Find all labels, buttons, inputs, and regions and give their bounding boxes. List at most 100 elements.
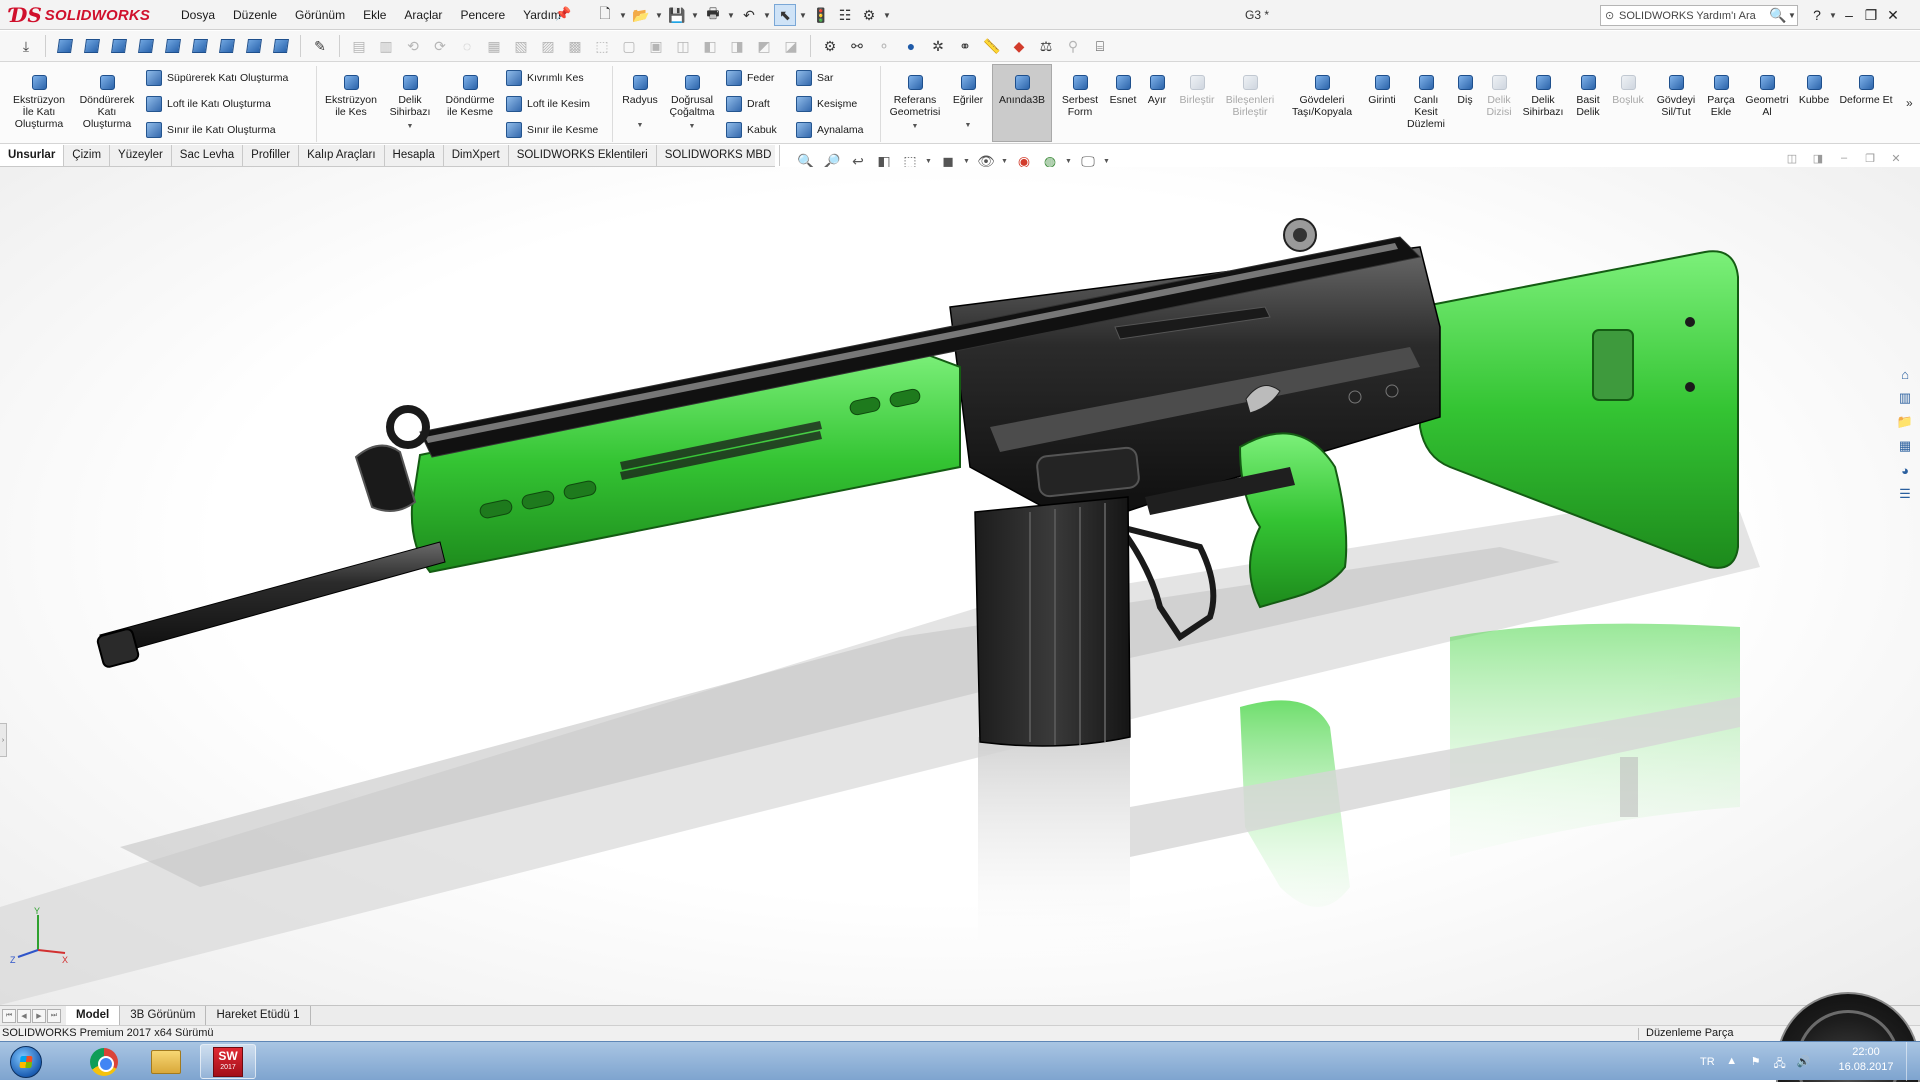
view-bottom-icon[interactable]: [188, 34, 212, 58]
apply-scene-dropdown-icon[interactable]: ▼: [1065, 158, 1073, 165]
hole-wizard-button[interactable]: Delik Sihirbazı ▼: [384, 72, 436, 133]
options-dropdown-icon[interactable]: ▼: [882, 4, 892, 26]
disabled-tool-icon[interactable]: ▣: [644, 34, 668, 58]
color-palette-icon[interactable]: ◆: [1007, 34, 1031, 58]
disabled-tool-icon[interactable]: ▤: [347, 34, 371, 58]
tab-dimxpert[interactable]: DimXpert: [444, 145, 509, 166]
menu-insert[interactable]: Ekle: [354, 0, 395, 30]
save-dropdown-icon[interactable]: ▼: [690, 4, 700, 26]
reference-geometry-dropdown-icon[interactable]: ▼: [912, 121, 919, 133]
doc-close-icon[interactable]: ✕: [1889, 152, 1903, 166]
view-right-icon[interactable]: [134, 34, 158, 58]
revolve-boss-button[interactable]: Döndürerek Katı Oluşturma: [74, 72, 140, 130]
normal-to-icon[interactable]: ⤓: [14, 34, 38, 58]
extrude-boss-button[interactable]: Ekstrüzyon İle Katı Oluşturma: [8, 72, 70, 130]
fillet-button[interactable]: Radyus ▼: [616, 72, 664, 132]
last-tab-icon[interactable]: ⏭: [47, 1008, 61, 1023]
disabled-tool-icon[interactable]: ▦: [482, 34, 506, 58]
prev-tab-icon[interactable]: ◀: [17, 1008, 31, 1023]
view-top-icon[interactable]: [161, 34, 185, 58]
help-question-icon[interactable]: ?: [1806, 7, 1828, 23]
custom-properties-icon[interactable]: ☰: [1894, 483, 1916, 505]
disabled-tool-icon[interactable]: ▩: [563, 34, 587, 58]
print-icon[interactable]: 🖶: [702, 4, 724, 26]
volume-icon[interactable]: 🔊: [1797, 1055, 1811, 1069]
extrude-cut-button[interactable]: Ekstrüzyon ile Kes: [320, 72, 382, 118]
sweep-boss-button[interactable]: Süpürerek Katı Oluşturma: [146, 68, 288, 88]
swept-cut-button[interactable]: Kıvrımlı Kes: [506, 68, 584, 88]
text-frame-icon[interactable]: ⌸: [1088, 34, 1112, 58]
tab-sheet-metal[interactable]: Sac Levha: [172, 145, 244, 166]
undo-icon[interactable]: ↶: [738, 4, 760, 26]
next-tab-icon[interactable]: ▶: [32, 1008, 46, 1023]
start-button[interactable]: [4, 1043, 48, 1080]
linear-pattern-dropdown-icon[interactable]: ▼: [689, 121, 696, 133]
search-dropdown-icon[interactable]: ▼: [1787, 5, 1797, 27]
tab-motion-study[interactable]: Hareket Etüdü 1: [206, 1006, 311, 1025]
disabled-tool-icon[interactable]: ▧: [509, 34, 533, 58]
shell-button[interactable]: Kabuk: [726, 120, 777, 140]
mate-icon[interactable]: ⚯: [845, 34, 869, 58]
appearances-icon[interactable]: ◕: [1894, 459, 1916, 481]
intersect-button[interactable]: Kesişme: [796, 94, 857, 114]
new-document-icon[interactable]: 🗋: [594, 4, 616, 26]
sketch-pencil-icon[interactable]: ✎: [308, 34, 332, 58]
file-explorer-icon[interactable]: 📁: [1894, 411, 1916, 433]
taskbar-solidworks[interactable]: SW 2017: [200, 1044, 256, 1079]
revolve-cut-button[interactable]: Döndürme ile Kesme: [440, 72, 500, 118]
undo-dropdown-icon[interactable]: ▼: [762, 4, 772, 26]
options-gear-icon[interactable]: ⚙: [858, 4, 880, 26]
interference-icon[interactable]: ⚭: [953, 34, 977, 58]
loft-boss-button[interactable]: Loft ile Katı Oluşturma: [146, 94, 271, 114]
combine-button[interactable]: Birleştir: [1174, 72, 1220, 106]
disabled-tool-icon[interactable]: ▨: [536, 34, 560, 58]
disabled-tool-icon[interactable]: ◫: [671, 34, 695, 58]
disabled-tool-icon[interactable]: ⟲: [401, 34, 425, 58]
thread-button[interactable]: Diş: [1450, 72, 1480, 106]
search-icon[interactable]: 🔍: [1769, 7, 1787, 24]
tile-right-icon[interactable]: ◨: [1811, 152, 1825, 166]
print-dropdown-icon[interactable]: ▼: [726, 4, 736, 26]
view-isometric-icon[interactable]: [215, 34, 239, 58]
instant3d-button[interactable]: Anında3B: [994, 72, 1050, 106]
disabled-tool-icon[interactable]: ⚬: [872, 34, 896, 58]
tab-mold-tools[interactable]: Kalıp Araçları: [299, 145, 385, 166]
disabled-tool-icon[interactable]: ▥: [374, 34, 398, 58]
help-search-input[interactable]: SOLIDWORKS Yardım'ı Ara: [1619, 10, 1769, 22]
disabled-tool-icon[interactable]: ⬚: [590, 34, 614, 58]
rebuild-traffic-light-icon[interactable]: 🚦: [810, 4, 832, 26]
select-dropdown-icon[interactable]: ▼: [798, 4, 808, 26]
view-back-icon[interactable]: [80, 34, 104, 58]
boundary-boss-button[interactable]: Sınır ile Katı Oluşturma: [146, 120, 276, 140]
tab-evaluate[interactable]: Hesapla: [385, 145, 444, 166]
view-orientation-dropdown-icon[interactable]: ▼: [925, 158, 933, 165]
doc-restore-icon[interactable]: ❐: [1863, 152, 1877, 166]
network-icon[interactable]: 🖧: [1773, 1055, 1787, 1070]
taskbar-chrome[interactable]: [76, 1044, 132, 1079]
disabled-tool-icon[interactable]: ◌: [455, 34, 479, 58]
help-dropdown-icon[interactable]: ▼: [1828, 4, 1838, 26]
disabled-tool-icon[interactable]: ◪: [779, 34, 803, 58]
magazine[interactable]: [974, 496, 1131, 747]
menu-edit[interactable]: Düzenle: [224, 0, 286, 30]
file-properties-icon[interactable]: ☷: [834, 4, 856, 26]
tile-left-icon[interactable]: ◫: [1785, 152, 1799, 166]
design-library-icon[interactable]: ▥: [1894, 387, 1916, 409]
solidworks-logo[interactable]: ƊS SOLIDWORKS: [10, 3, 155, 27]
display-style-dropdown-icon[interactable]: ▼: [963, 158, 971, 165]
menu-tools[interactable]: Araçlar: [395, 0, 451, 30]
taskbar-clock[interactable]: 22:00 16.08.2017: [1836, 1045, 1896, 1075]
linear-pattern-button[interactable]: Doğrusal Çoğaltma ▼: [664, 72, 720, 133]
disabled-tool-icon[interactable]: ⟳: [428, 34, 452, 58]
action-center-flag-icon[interactable]: ⚑: [1749, 1055, 1763, 1069]
taskbar-explorer[interactable]: [138, 1044, 194, 1079]
mirror-button[interactable]: Aynalama: [796, 120, 864, 140]
minimize-icon[interactable]: –: [1838, 7, 1860, 23]
home-icon[interactable]: ⌂: [1894, 363, 1916, 385]
tab-mbd[interactable]: SOLIDWORKS MBD: [657, 145, 781, 166]
open-dropdown-icon[interactable]: ▼: [654, 4, 664, 26]
save-icon[interactable]: 💾: [666, 4, 688, 26]
disabled-tool-icon[interactable]: ◧: [698, 34, 722, 58]
open-folder-icon[interactable]: 📂: [630, 4, 652, 26]
wrap-button[interactable]: Sar: [796, 68, 833, 88]
